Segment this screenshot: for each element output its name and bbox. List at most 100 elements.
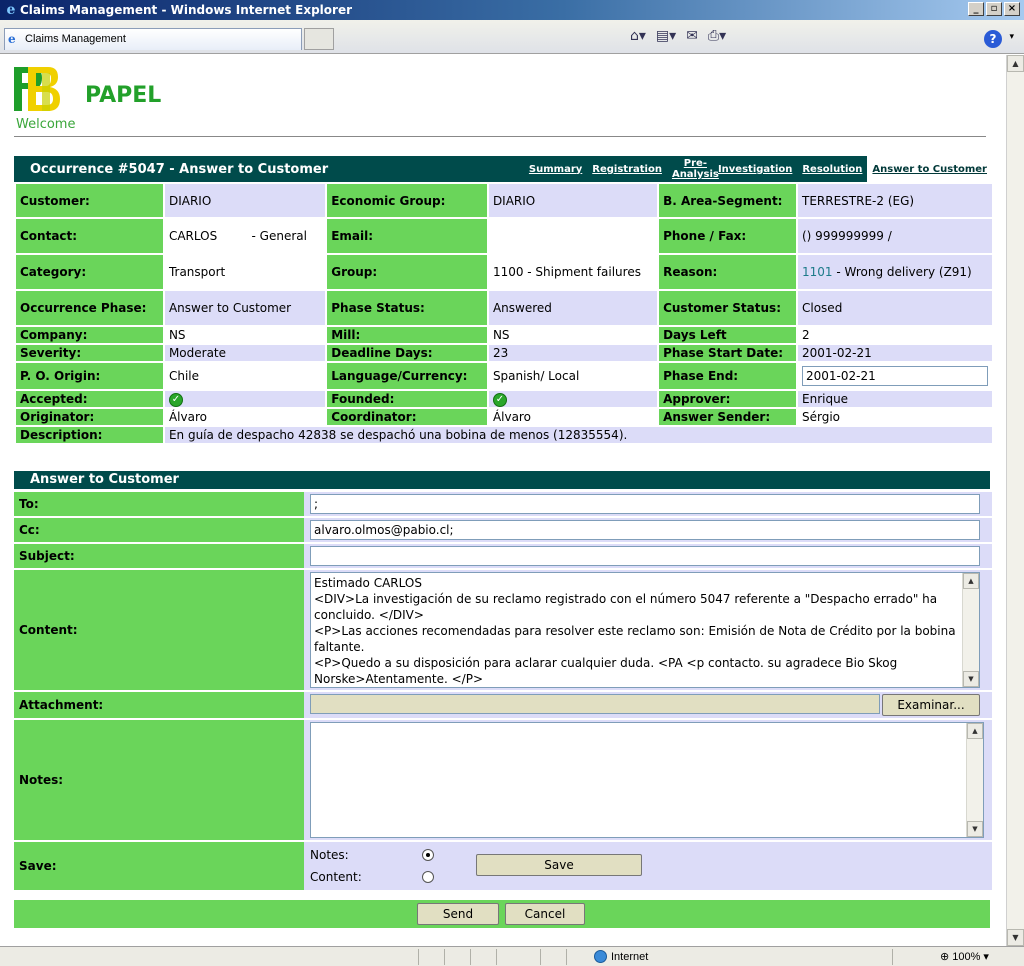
security-zone-label: Internet: [611, 950, 649, 963]
founded-value: ✓: [488, 391, 658, 407]
notes-label: Notes:: [14, 720, 304, 840]
print-icon[interactable]: ⎙▾: [708, 28, 726, 44]
page-scrollbar[interactable]: ▲ ▼: [1006, 55, 1024, 946]
phase-end-input[interactable]: [802, 366, 988, 386]
tab-answer-to-customer[interactable]: Answer to Customer: [867, 156, 992, 182]
browse-button[interactable]: Examinar...: [882, 694, 980, 716]
notes-scrollbar[interactable]: ▲ ▼: [966, 723, 983, 837]
description-label: Description:: [16, 427, 163, 443]
tab-resolution[interactable]: Resolution: [797, 156, 867, 182]
deadline-days-value: 23: [488, 345, 658, 361]
zoom-dropdown-icon: ▾: [983, 951, 989, 963]
security-zone: Internet: [594, 950, 648, 963]
originator-label: Originator:: [16, 409, 163, 425]
maximize-button[interactable]: ▫: [986, 2, 1002, 16]
subject-input[interactable]: [310, 546, 980, 566]
status-divider: [566, 949, 567, 965]
scroll-down-icon[interactable]: ▼: [963, 671, 979, 687]
approver-value: Enrique: [798, 391, 992, 407]
page-scroll-up-icon[interactable]: ▲: [1007, 55, 1024, 72]
company-label: Company:: [16, 327, 163, 343]
browser-tab[interactable]: e Claims Management: [4, 28, 302, 50]
header-divider: [14, 136, 986, 137]
occurrence-phase-label: Occurrence Phase:: [16, 291, 163, 325]
attachment-path-field[interactable]: [310, 694, 880, 714]
help-dropdown-icon[interactable]: ▾: [1009, 32, 1014, 42]
economic-group-value: DIARIO: [488, 184, 658, 217]
status-divider: [418, 949, 419, 965]
home-icon[interactable]: ⌂▾: [630, 28, 646, 44]
cc-input[interactable]: [310, 520, 980, 540]
window-titlebar: e Claims Management - Windows Internet E…: [0, 0, 1024, 20]
scroll-down-icon[interactable]: ▼: [967, 821, 983, 837]
cancel-button[interactable]: Cancel: [505, 903, 585, 925]
reason-code-link[interactable]: 1101: [802, 265, 833, 279]
customer-label: Customer:: [16, 184, 163, 217]
tab-pre-analysis[interactable]: Pre-Analysis: [667, 156, 719, 182]
approver-label: Approver:: [659, 391, 796, 407]
send-button[interactable]: Send: [417, 903, 499, 925]
phase-status-label: Phase Status:: [327, 291, 487, 325]
email-label: Email:: [327, 219, 487, 253]
mill-label: Mill:: [327, 327, 487, 343]
welcome-text: Welcome: [16, 117, 76, 132]
scroll-up-icon[interactable]: ▲: [963, 573, 979, 589]
description-value: En guía de despacho 42838 se despachó un…: [164, 427, 992, 443]
content-textarea[interactable]: Estimado CARLOS <DIV>La investigación de…: [310, 572, 980, 688]
group-label: Group:: [327, 255, 487, 289]
group-value: 1100 - Shipment failures: [488, 255, 658, 289]
customer-status-value: Closed: [798, 291, 992, 325]
phase-end-cell: [798, 363, 992, 389]
save-button[interactable]: Save: [476, 854, 642, 876]
severity-value: Moderate: [164, 345, 326, 361]
phase-status-value: Answered: [488, 291, 658, 325]
answer-sender-label: Answer Sender:: [659, 409, 796, 425]
severity-label: Severity:: [16, 345, 163, 361]
scroll-up-icon[interactable]: ▲: [967, 723, 983, 739]
answer-section-header: Answer to Customer: [14, 471, 990, 489]
to-label: To:: [14, 492, 304, 516]
close-button[interactable]: ×: [1004, 2, 1020, 16]
mill-value: NS: [488, 327, 658, 343]
tab-registration[interactable]: Registration: [587, 156, 667, 182]
mail-icon[interactable]: ✉: [686, 28, 698, 44]
window-title: Claims Management - Windows Internet Exp…: [20, 3, 353, 17]
reason-label: Reason:: [659, 255, 796, 289]
content-scrollbar[interactable]: ▲ ▼: [962, 573, 979, 687]
phone-fax-label: Phone / Fax:: [659, 219, 796, 253]
cc-label: Cc:: [14, 518, 304, 542]
zoom-control[interactable]: ⊕ 100% ▾: [940, 950, 989, 964]
business-area-label: B. Area-Segment:: [659, 184, 796, 217]
notes-textarea[interactable]: ▲ ▼: [310, 722, 984, 838]
coordinator-value: Álvaro: [488, 409, 658, 425]
globe-icon: [594, 950, 607, 963]
language-currency-value: Spanish/ Local: [488, 363, 658, 389]
status-divider: [496, 949, 497, 965]
save-label: Save:: [14, 842, 304, 890]
ie-tab-icon: e: [8, 32, 16, 46]
tab-summary[interactable]: Summary: [524, 156, 587, 182]
feeds-icon[interactable]: ▤▾: [656, 28, 676, 44]
days-left-value: 2: [798, 327, 992, 343]
help-icon[interactable]: ?: [984, 30, 1002, 48]
status-divider: [892, 949, 893, 965]
accepted-check-icon: ✓: [168, 393, 183, 407]
page-scroll-down-icon[interactable]: ▼: [1007, 929, 1024, 946]
po-origin-value: Chile: [164, 363, 326, 389]
founded-check-icon: ✓: [492, 393, 507, 407]
minimize-button[interactable]: _: [968, 2, 984, 16]
language-currency-label: Language/Currency:: [327, 363, 487, 389]
radio-notes[interactable]: [422, 849, 434, 861]
customer-value: DIARIO: [164, 184, 326, 217]
new-tab-button[interactable]: [304, 28, 334, 50]
economic-group-label: Economic Group:: [327, 184, 487, 217]
radio-content[interactable]: [422, 871, 434, 883]
to-input[interactable]: [310, 494, 980, 514]
form-actions: Send Cancel: [14, 900, 990, 928]
brand-name: PAPEL: [85, 83, 162, 108]
deadline-days-label: Deadline Days:: [327, 345, 487, 361]
occurrence-phase-value: Answer to Customer: [164, 291, 326, 325]
browser-tabbar: e Claims Management: [0, 20, 1024, 54]
tab-investigation[interactable]: Investigation: [713, 156, 797, 182]
category-label: Category:: [16, 255, 163, 289]
